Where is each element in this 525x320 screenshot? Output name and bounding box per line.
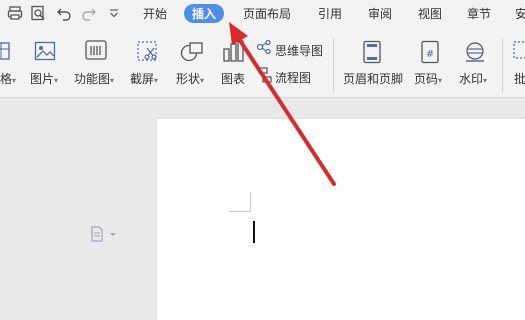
annotation-arrow [229, 22, 336, 186]
